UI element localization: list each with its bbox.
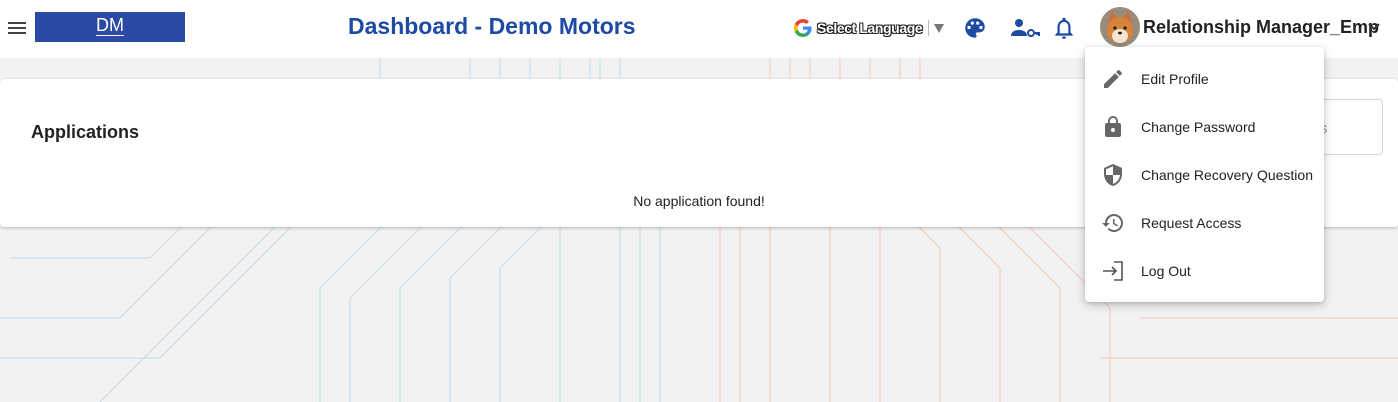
language-label: Select Language xyxy=(817,20,923,36)
company-logo[interactable]: DM xyxy=(35,12,185,42)
menu-item-change-recovery-question[interactable]: Change Recovery Question xyxy=(1085,151,1324,199)
palette-icon[interactable] xyxy=(962,15,988,41)
logout-icon xyxy=(1103,261,1123,281)
avatar[interactable] xyxy=(1100,7,1140,47)
language-separator xyxy=(928,20,930,36)
logo-text: DM xyxy=(96,15,124,36)
user-key-icon[interactable] xyxy=(1010,15,1040,41)
history-icon xyxy=(1102,214,1123,232)
menu-item-label: Edit Profile xyxy=(1141,71,1209,87)
menu-item-label: Log Out xyxy=(1141,263,1191,279)
page-title: Dashboard - Demo Motors xyxy=(348,13,636,39)
card-title: Applications xyxy=(31,122,140,142)
menu-item-change-password[interactable]: Change Password xyxy=(1085,103,1324,151)
chevron-down-icon[interactable] xyxy=(1367,22,1381,32)
shield-icon xyxy=(1104,164,1122,186)
google-g-icon xyxy=(794,19,812,37)
shiba-dog-avatar xyxy=(1100,7,1140,47)
menu-item-label: Request Access xyxy=(1141,215,1242,231)
language-selector[interactable]: Select Language xyxy=(794,17,945,39)
caret-down-icon xyxy=(934,23,945,33)
user-name[interactable]: Relationship Manager_Emp xyxy=(1143,17,1379,38)
lock-icon xyxy=(1105,116,1121,137)
bell-icon[interactable] xyxy=(1051,15,1077,41)
menu-item-log-out[interactable]: Log Out xyxy=(1085,247,1324,295)
menu-item-label: Change Password xyxy=(1141,119,1256,135)
menu-item-request-access[interactable]: Request Access xyxy=(1085,199,1324,247)
hamburger-menu-icon[interactable] xyxy=(6,17,28,39)
user-menu-dropdown: Edit Profile Change Password Change Reco… xyxy=(1085,47,1324,302)
menu-item-label: Change Recovery Question xyxy=(1141,167,1313,183)
menu-item-edit-profile[interactable]: Edit Profile xyxy=(1085,55,1324,103)
pencil-icon xyxy=(1104,69,1122,88)
